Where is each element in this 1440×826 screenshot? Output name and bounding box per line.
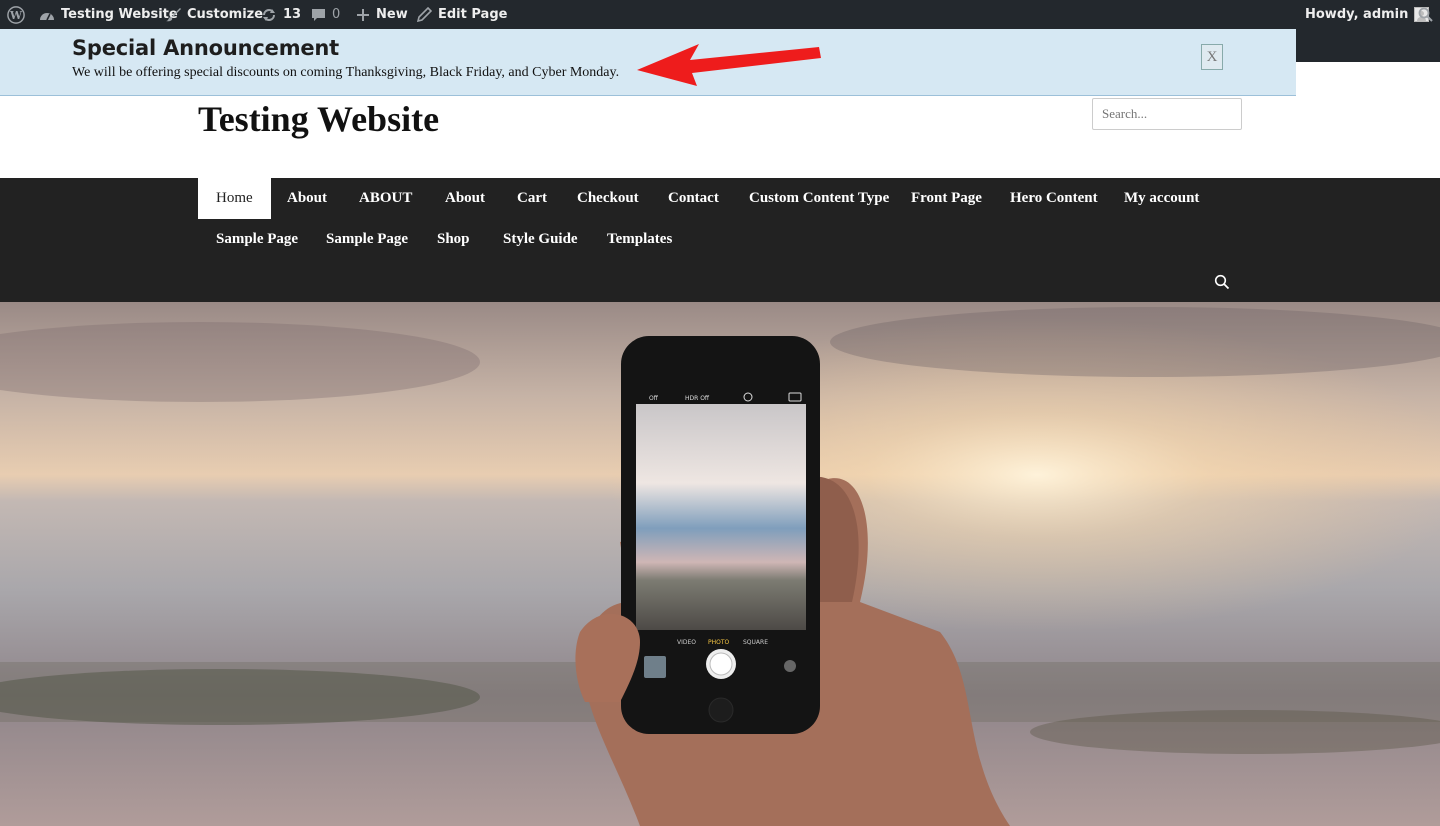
hero-photo: Off HDR Off VIDEO PHOTO SQUARE: [0, 302, 1440, 826]
search-icon[interactable]: [1214, 274, 1230, 295]
howdy-label: Howdy, admin: [1305, 7, 1409, 22]
nav-item-my-account[interactable]: My account: [1106, 178, 1217, 219]
site-name-label: Testing Website: [61, 7, 178, 22]
updates-count: 13: [283, 7, 302, 22]
announcement-text: We will be offering special discounts on…: [72, 65, 620, 80]
comments-count: 0: [332, 7, 341, 22]
nav-item-sample-page[interactable]: Sample Page: [198, 219, 316, 260]
plus-icon: [356, 8, 370, 22]
svg-text:W: W: [9, 9, 23, 22]
site-title[interactable]: Testing Website: [198, 98, 439, 140]
hdr-label: HDR Off: [685, 395, 710, 402]
admin-bar: W Testing Website Customize 13 0 New Edi…: [0, 0, 1440, 29]
nav-item-shop[interactable]: Shop: [419, 219, 488, 260]
nav-item-hero-content[interactable]: Hero Content: [992, 178, 1116, 219]
hero-image: Off HDR Off VIDEO PHOTO SQUARE: [0, 302, 1440, 826]
nav-item-front-page[interactable]: Front Page: [893, 178, 1000, 219]
dashboard-icon: [39, 8, 55, 22]
paintbrush-icon: [166, 7, 181, 22]
pencil-icon: [417, 7, 432, 22]
flash-label: Off: [649, 395, 659, 402]
nav-item-custom-content-type[interactable]: Custom Content Type: [731, 178, 907, 219]
nav-item-contact[interactable]: Contact: [650, 178, 737, 219]
updates-link[interactable]: 13: [261, 0, 301, 29]
camera-mode-photo: PHOTO: [708, 639, 730, 646]
new-content-link[interactable]: New: [356, 0, 408, 29]
edit-page-label: Edit Page: [438, 7, 508, 22]
red-arrow-annotation: [637, 44, 821, 86]
admin-bar-extension: [1296, 29, 1440, 62]
nav-item-cart[interactable]: Cart: [499, 178, 565, 219]
close-button[interactable]: X: [1201, 44, 1223, 70]
nav-item-about[interactable]: About: [269, 178, 345, 219]
nav-item-sample-page-2[interactable]: Sample Page: [308, 219, 426, 260]
main-navigation: Home About ABOUT About Cart Checkout Con…: [0, 178, 1440, 302]
nav-item-templates[interactable]: Templates: [589, 219, 690, 260]
camera-mode-square: SQUARE: [743, 639, 768, 646]
edit-page-link[interactable]: Edit Page: [417, 0, 507, 29]
updates-icon: [261, 8, 277, 22]
camera-mode-video: VIDEO: [677, 639, 696, 646]
site-name-link[interactable]: Testing Website: [39, 0, 178, 29]
comment-icon: [311, 8, 326, 22]
header-search-input[interactable]: [1092, 98, 1242, 130]
customize-label: Customize: [187, 7, 264, 22]
new-label: New: [376, 7, 408, 22]
customize-link[interactable]: Customize: [166, 0, 263, 29]
nav-item-home[interactable]: Home: [198, 178, 271, 219]
nav-item-checkout[interactable]: Checkout: [559, 178, 657, 219]
admin-search-icon[interactable]: [1418, 0, 1433, 29]
nav-item-style-guide[interactable]: Style Guide: [485, 219, 596, 260]
announcement-title: Special Announcement: [72, 36, 340, 60]
account-menu[interactable]: Howdy, admin: [1305, 0, 1430, 29]
nav-item-about-2[interactable]: About: [427, 178, 503, 219]
wordpress-logo-icon[interactable]: W: [7, 0, 25, 29]
comments-link[interactable]: 0: [311, 0, 340, 29]
nav-item-about-caps[interactable]: ABOUT: [341, 178, 430, 219]
